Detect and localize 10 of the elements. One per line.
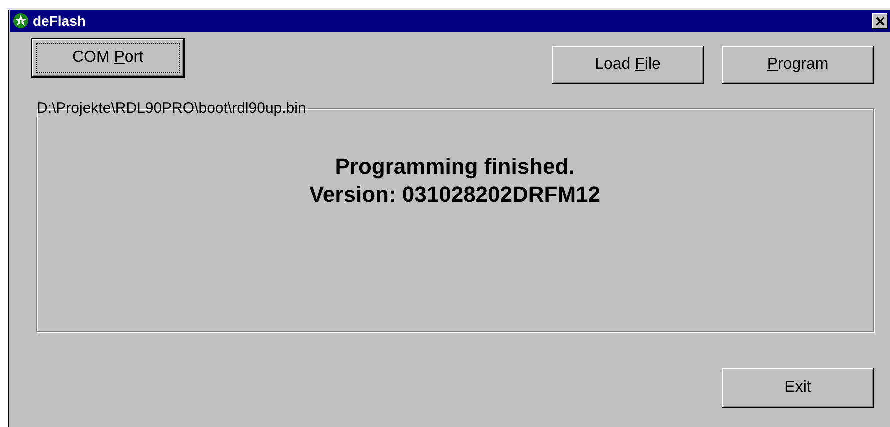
close-button[interactable]	[872, 13, 888, 29]
window-title: deFlash	[33, 13, 87, 29]
dialog-button[interactable]: Load File	[552, 46, 704, 84]
close-icon	[876, 16, 884, 26]
dialog-button[interactable]: COM Port	[32, 39, 184, 77]
exit-button[interactable]: Exit	[722, 368, 874, 408]
dialog-button[interactable]: Program	[722, 46, 874, 84]
file-path: D:\Projekte\RDL90PRO\boot\rdl90up.bin	[36, 100, 308, 117]
status-message: Programming finished.	[335, 153, 575, 181]
status-message: Version: 031028202DRFM12	[309, 181, 601, 209]
